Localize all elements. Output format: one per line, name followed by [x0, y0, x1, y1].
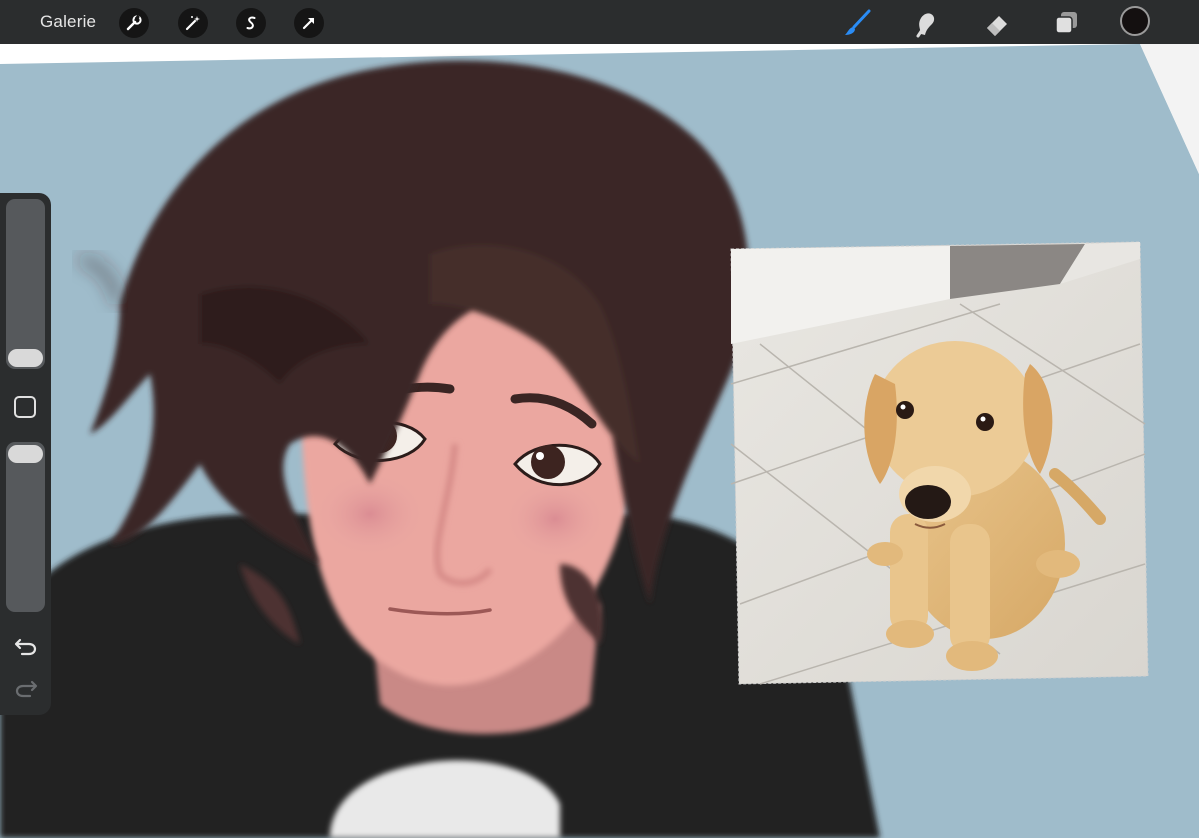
- opacity-slider[interactable]: [6, 442, 45, 612]
- wrench-icon[interactable]: [119, 8, 149, 38]
- artwork: [0, 44, 1199, 838]
- side-toolbar: [0, 193, 51, 715]
- layers-icon[interactable]: [1049, 6, 1083, 40]
- gallery-button[interactable]: Galerie: [40, 12, 96, 32]
- opacity-thumb[interactable]: [8, 445, 43, 463]
- arrow-cursor-icon[interactable]: [294, 8, 324, 38]
- top-toolbar: Galerie: [0, 0, 1199, 44]
- color-picker-swatch[interactable]: [1120, 6, 1150, 36]
- undo-arrow-icon[interactable]: [12, 635, 40, 657]
- smudge-icon[interactable]: [908, 6, 942, 40]
- brush-icon[interactable]: [840, 6, 874, 40]
- brush-size-thumb[interactable]: [8, 349, 43, 367]
- square-modify-icon[interactable]: [14, 396, 36, 418]
- magic-wand-icon[interactable]: [178, 8, 208, 38]
- brush-size-slider[interactable]: [6, 199, 45, 369]
- redo-arrow-icon[interactable]: [12, 677, 40, 699]
- selection-s-icon[interactable]: [236, 8, 266, 38]
- reference-photo-puppy: [730, 241, 1149, 685]
- eraser-icon[interactable]: [980, 6, 1014, 40]
- drawing-canvas[interactable]: [0, 44, 1199, 838]
